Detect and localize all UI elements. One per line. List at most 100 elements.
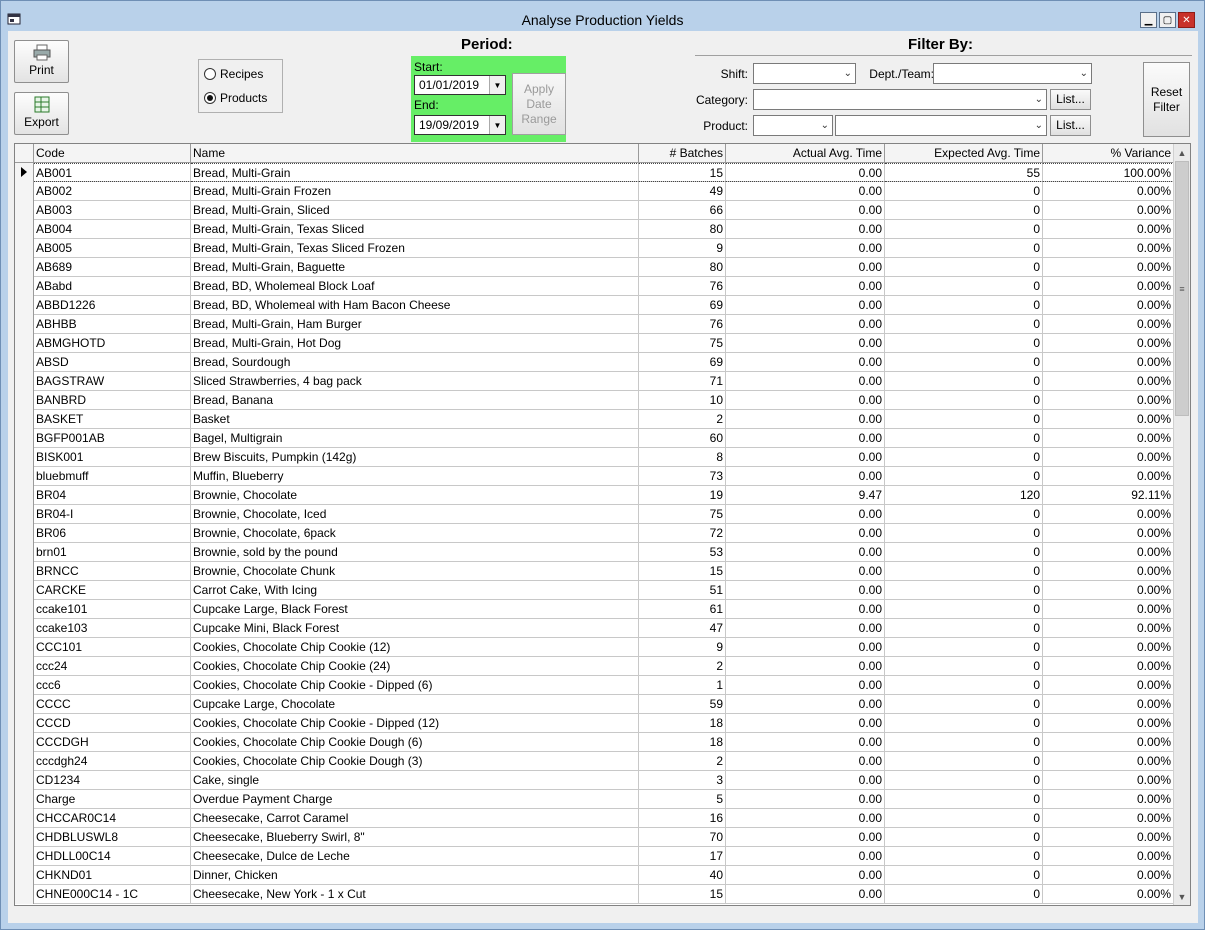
cell-variance[interactable]: 0.00%: [1043, 790, 1174, 809]
cell-actual-avg-time[interactable]: 0.00: [726, 733, 885, 752]
row-selector[interactable]: [15, 581, 34, 600]
row-selector[interactable]: [15, 562, 34, 581]
cell-name[interactable]: Bread, Multi-Grain Frozen: [191, 182, 639, 201]
cell-actual-avg-time[interactable]: 0.00: [726, 391, 885, 410]
cell-batches[interactable]: 69: [639, 353, 726, 372]
cell-name[interactable]: Cookies, Chocolate Chip Cookie Dough (3): [191, 752, 639, 771]
row-selector[interactable]: [15, 733, 34, 752]
cell-code[interactable]: Charge: [34, 790, 191, 809]
cell-expected-avg-time[interactable]: 0: [885, 296, 1043, 315]
cell-batches[interactable]: 2: [639, 410, 726, 429]
table-row[interactable]: CCCC Cupcake Large, Chocolate 59 0.00 0 0.00%: [15, 695, 1174, 714]
cell-expected-avg-time[interactable]: 0: [885, 505, 1043, 524]
table-row[interactable]: Charge Overdue Payment Charge 5 0.00 0 0.00%: [15, 790, 1174, 809]
cell-variance[interactable]: 0.00%: [1043, 828, 1174, 847]
cell-actual-avg-time[interactable]: 0.00: [726, 201, 885, 220]
row-selector[interactable]: [15, 277, 34, 296]
products-radio-dot[interactable]: [204, 92, 216, 104]
row-selector[interactable]: [15, 486, 34, 505]
table-row[interactable]: BGFP001AB Bagel, Multigrain 60 0.00 0 0.00%: [15, 429, 1174, 448]
row-selector[interactable]: [15, 619, 34, 638]
table-row[interactable]: ccc24 Cookies, Chocolate Chip Cookie (24)…: [15, 657, 1174, 676]
table-row[interactable]: AB004 Bread, Multi-Grain, Texas Sliced 80 0…: [15, 220, 1174, 239]
cell-variance[interactable]: 0.00%: [1043, 410, 1174, 429]
cell-name[interactable]: Cake, single: [191, 771, 639, 790]
scroll-thumb[interactable]: ≡: [1175, 161, 1189, 416]
cell-batches[interactable]: 47: [639, 619, 726, 638]
table-row[interactable]: BRNCC Brownie, Chocolate Chunk 15 0.00 0 0.00…: [15, 562, 1174, 581]
cell-code[interactable]: ABHBB: [34, 315, 191, 334]
cell-expected-avg-time[interactable]: 0: [885, 695, 1043, 714]
cell-batches[interactable]: 19: [639, 486, 726, 505]
table-row[interactable]: brn01 Brownie, sold by the pound 53 0.00 0 0.…: [15, 543, 1174, 562]
cell-actual-avg-time[interactable]: 0.00: [726, 771, 885, 790]
cell-expected-avg-time[interactable]: 0: [885, 429, 1043, 448]
cell-expected-avg-time[interactable]: 0: [885, 334, 1043, 353]
export-button[interactable]: Export: [14, 92, 69, 135]
apply-date-range-button[interactable]: Apply Date Range: [512, 73, 566, 135]
cell-actual-avg-time[interactable]: 0.00: [726, 163, 885, 182]
cell-batches[interactable]: 72: [639, 524, 726, 543]
cell-actual-avg-time[interactable]: 0.00: [726, 543, 885, 562]
cell-name[interactable]: Cupcake Large, Chocolate: [191, 695, 639, 714]
products-radio[interactable]: Products: [204, 90, 267, 106]
cell-actual-avg-time[interactable]: 0.00: [726, 315, 885, 334]
cell-expected-avg-time[interactable]: 0: [885, 619, 1043, 638]
cell-actual-avg-time[interactable]: 0.00: [726, 429, 885, 448]
cell-name[interactable]: Cookies, Chocolate Chip Cookie (24): [191, 657, 639, 676]
cell-actual-avg-time[interactable]: 0.00: [726, 847, 885, 866]
table-row[interactable]: CCC101 Cookies, Chocolate Chip Cookie (12…: [15, 638, 1174, 657]
table-row[interactable]: BR04-I Brownie, Chocolate, Iced 75 0.00 0 0.0…: [15, 505, 1174, 524]
cell-actual-avg-time[interactable]: 0.00: [726, 714, 885, 733]
minimize-button[interactable]: ▁: [1140, 12, 1157, 28]
cell-variance[interactable]: 0.00%: [1043, 885, 1174, 904]
row-selector[interactable]: [15, 163, 34, 182]
cell-expected-avg-time[interactable]: 0: [885, 448, 1043, 467]
table-row[interactable]: AB689 Bread, Multi-Grain, Baguette 80 0.00 0…: [15, 258, 1174, 277]
cell-name[interactable]: Bread, Multi-Grain, Hot Dog: [191, 334, 639, 353]
cell-expected-avg-time[interactable]: 0: [885, 182, 1043, 201]
cell-code[interactable]: bluebmuff: [34, 467, 191, 486]
table-row[interactable]: CHDBLUSWL8 Cheesecake, Blueberry Swirl, 8…: [15, 828, 1174, 847]
cell-name[interactable]: Brownie, Chocolate, 6pack: [191, 524, 639, 543]
row-selector[interactable]: [15, 828, 34, 847]
cell-actual-avg-time[interactable]: 0.00: [726, 334, 885, 353]
cell-batches[interactable]: 2: [639, 657, 726, 676]
row-selector[interactable]: [15, 752, 34, 771]
cell-expected-avg-time[interactable]: 0: [885, 733, 1043, 752]
cell-batches[interactable]: 9: [639, 239, 726, 258]
scroll-down-icon[interactable]: ▼: [1174, 888, 1190, 905]
cell-actual-avg-time[interactable]: 0.00: [726, 258, 885, 277]
recipes-radio-dot[interactable]: [204, 68, 216, 80]
cell-code[interactable]: CHKND01: [34, 866, 191, 885]
cell-code[interactable]: AB005: [34, 239, 191, 258]
cell-actual-avg-time[interactable]: 0.00: [726, 467, 885, 486]
cell-batches[interactable]: 73: [639, 467, 726, 486]
end-date-picker[interactable]: 19/09/2019 ▼: [414, 115, 506, 135]
cell-batches[interactable]: 75: [639, 334, 726, 353]
table-row[interactable]: BANBRD Bread, Banana 10 0.00 0 0.00%: [15, 391, 1174, 410]
recipes-radio[interactable]: Recipes: [204, 66, 263, 82]
cell-actual-avg-time[interactable]: 0.00: [726, 828, 885, 847]
cell-actual-avg-time[interactable]: 0.00: [726, 752, 885, 771]
cell-variance[interactable]: 0.00%: [1043, 524, 1174, 543]
cell-code[interactable]: BRNCC: [34, 562, 191, 581]
cell-expected-avg-time[interactable]: 0: [885, 885, 1043, 904]
print-button[interactable]: Print: [14, 40, 69, 83]
row-selector[interactable]: [15, 258, 34, 277]
cell-name[interactable]: Cheesecake, New York - 1 x Cut: [191, 885, 639, 904]
cell-code[interactable]: CHDBLUSWL8: [34, 828, 191, 847]
cell-name[interactable]: Bread, Multi-Grain, Ham Burger: [191, 315, 639, 334]
cell-name[interactable]: Bread, Banana: [191, 391, 639, 410]
cell-expected-avg-time[interactable]: 120: [885, 486, 1043, 505]
row-selector[interactable]: [15, 885, 34, 904]
cell-variance[interactable]: 0.00%: [1043, 334, 1174, 353]
cell-code[interactable]: CHCCAR0C14: [34, 809, 191, 828]
cell-code[interactable]: BANBRD: [34, 391, 191, 410]
cell-name[interactable]: Cookies, Chocolate Chip Cookie (12): [191, 638, 639, 657]
cell-variance[interactable]: 0.00%: [1043, 353, 1174, 372]
cell-batches[interactable]: 5: [639, 790, 726, 809]
cell-actual-avg-time[interactable]: 0.00: [726, 581, 885, 600]
table-row[interactable]: bluebmuff Muffin, Blueberry 73 0.00 0 0.00%: [15, 467, 1174, 486]
cell-name[interactable]: Cupcake Mini, Black Forest: [191, 619, 639, 638]
